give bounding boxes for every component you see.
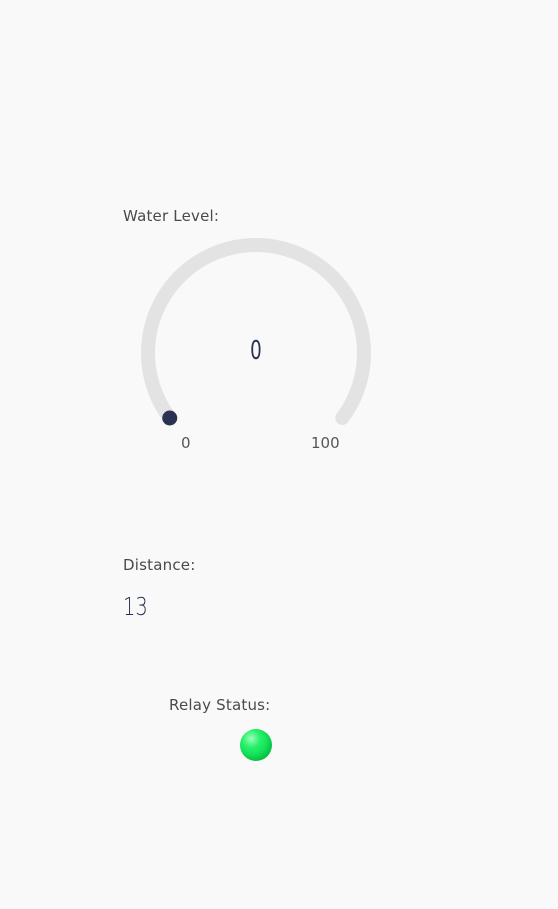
dashboard: Water Level: 0 0 100 Distance: 13 Relay …: [0, 0, 558, 909]
gauge-max-label: 100: [311, 434, 340, 452]
distance-label: Distance:: [123, 556, 196, 574]
gauge-track: [141, 238, 371, 425]
gauge-indicator-dot: [162, 410, 178, 426]
water-level-gauge: 0 0 100: [118, 228, 394, 458]
relay-status-label: Relay Status:: [169, 696, 271, 714]
led-indicator-icon: [240, 729, 272, 761]
gauge-min-label: 0: [181, 434, 191, 452]
water-level-label: Water Level:: [123, 207, 220, 225]
water-level-value: 0: [250, 336, 262, 366]
distance-value: 13: [123, 592, 148, 621]
